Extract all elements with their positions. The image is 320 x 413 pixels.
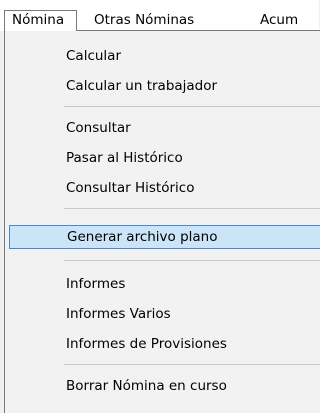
menu-otras-nominas[interactable]: Otras Nóminas <box>94 10 194 31</box>
nomina-dropdown-menu: Calcular Calcular un trabajador Consulta… <box>4 30 320 413</box>
menu-nomina[interactable]: Nómina <box>4 10 77 31</box>
menu-item-generar-archivo-plano[interactable]: Generar archivo plano <box>9 225 320 249</box>
menu-item-label: Pasar al Histórico <box>66 150 183 166</box>
menu-item-label: Borrar Nómina en curso <box>66 378 227 394</box>
menu-separator <box>64 208 320 209</box>
menu-item-consultar-historico[interactable]: Consultar Histórico <box>5 176 320 200</box>
app-window: Nómina Otras Nóminas Acum Calcular Calcu… <box>0 0 320 413</box>
menu-separator <box>64 260 320 261</box>
menu-bar: Nómina Otras Nóminas Acum <box>0 0 319 31</box>
menu-item-label: Informes de Provisiones <box>66 336 227 352</box>
menu-item-borrar-nomina[interactable]: Borrar Nómina en curso <box>5 374 320 398</box>
menu-item-calcular[interactable]: Calcular <box>5 44 320 68</box>
menu-acumulados[interactable]: Acum <box>260 10 298 31</box>
menu-item-label: Informes <box>66 276 126 292</box>
menu-item-informes-provisiones[interactable]: Informes de Provisiones <box>5 332 320 356</box>
menu-item-consultar[interactable]: Consultar <box>5 116 320 140</box>
menu-item-label: Consultar Histórico <box>66 180 195 196</box>
menu-item-label: Informes Varios <box>66 306 171 322</box>
menu-item-informes[interactable]: Informes <box>5 272 320 296</box>
menu-item-pasar-historico[interactable]: Pasar al Histórico <box>5 146 320 170</box>
menu-item-label: Calcular un trabajador <box>66 78 218 94</box>
menu-item-label: Generar archivo plano <box>67 229 218 245</box>
menu-item-label: Calcular <box>66 48 122 64</box>
menu-item-label: Consultar <box>66 120 131 136</box>
menu-separator <box>64 106 320 107</box>
menu-item-informes-varios[interactable]: Informes Varios <box>5 302 320 326</box>
menu-item-calcular-trabajador[interactable]: Calcular un trabajador <box>5 74 320 98</box>
menu-separator <box>64 364 320 365</box>
